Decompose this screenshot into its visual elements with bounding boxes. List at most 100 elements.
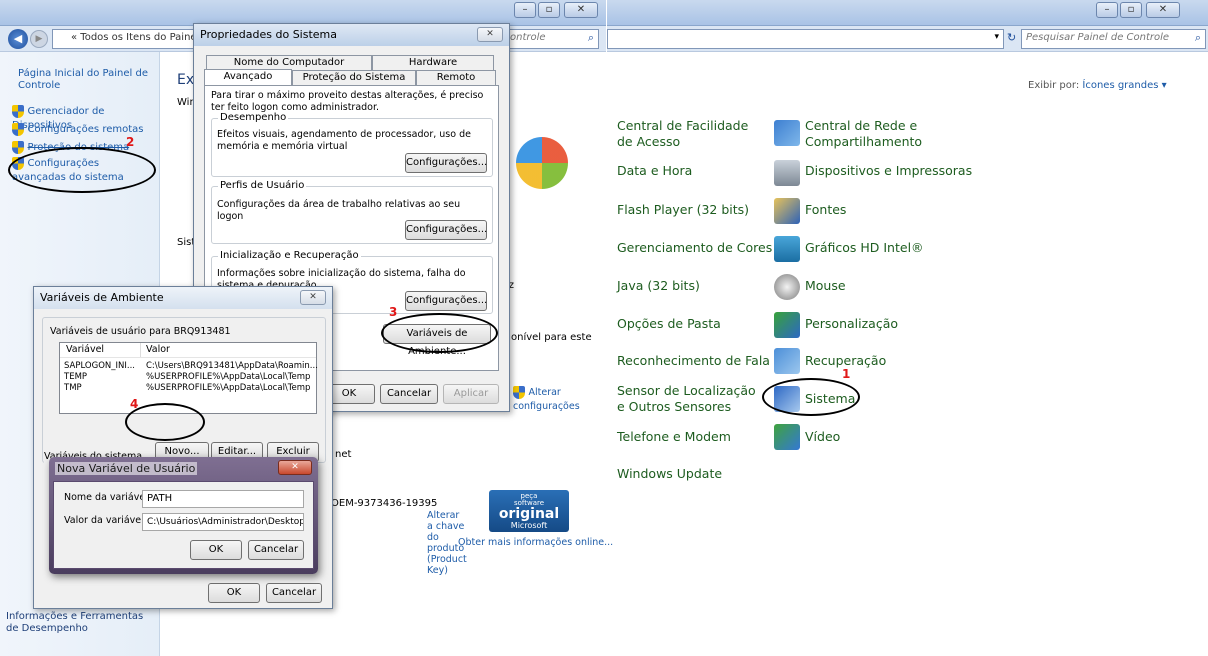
var-name-field[interactable]: PATH — [142, 490, 304, 508]
see-also-performance-link[interactable]: Informações e Ferramentas de Desempenho — [6, 611, 156, 635]
sidebar-home-link[interactable]: Página Inicial do Painel de Controle — [18, 68, 148, 92]
user-vars-table[interactable]: Variável Valor SAPLOGON_INI... C:\Users\… — [59, 342, 318, 414]
annotation-number-1: 1 — [842, 367, 851, 381]
right-address-bar[interactable]: ▾ — [607, 29, 1004, 49]
user-vars-group: Variáveis de usuário para BRQ913481 Vari… — [42, 317, 326, 463]
genuine-badge: peça software original Microsoft — [489, 490, 569, 532]
left-search-box[interactable]: ontrole ⌕ — [505, 29, 599, 49]
chevron-down-icon[interactable]: ▾ — [994, 32, 999, 42]
genuine-line3: original — [498, 506, 560, 522]
cp-item-phone-modem[interactable]: Telefone e Modem — [617, 429, 731, 444]
close-icon[interactable]: ✕ — [1146, 2, 1180, 18]
cp-item-mouse[interactable]: Mouse — [805, 278, 846, 293]
performance-settings-button[interactable]: Configurações... — [405, 153, 487, 173]
shield-icon — [12, 140, 24, 154]
performance-text: Efeitos visuais, agendamento de processa… — [217, 129, 471, 152]
table-row[interactable]: SAPLOGON_INI... C:\Users\BRQ913481\AppDa… — [60, 361, 318, 372]
new-user-variable-dialog: Nova Variável de Usuário ✕ Nome da variá… — [49, 457, 318, 574]
recovery-icon — [774, 348, 800, 374]
cp-item-date-time[interactable]: Data e Hora — [617, 163, 692, 178]
new-var-body: Nome da variável: PATH Valor da variável… — [53, 481, 314, 569]
mouse-icon — [774, 274, 800, 300]
col-divider — [140, 343, 141, 357]
cp-item-recovery[interactable]: Recuperação — [805, 353, 886, 368]
change-settings-link[interactable]: Alterar configurações — [513, 385, 593, 412]
cp-item-color-management[interactable]: Gerenciamento de Cores — [617, 240, 772, 255]
minimize-icon[interactable]: – — [1096, 2, 1118, 18]
intel-graphics-icon — [774, 236, 800, 262]
sidebar-item-remote[interactable]: Configurações remotas — [12, 122, 143, 136]
shield-icon — [12, 104, 24, 118]
col-header-variable[interactable]: Variável — [66, 343, 104, 357]
annotation-number-2: 2 — [126, 135, 135, 149]
close-icon[interactable]: ✕ — [477, 27, 503, 42]
tab-system-protection[interactable]: Proteção do Sistema — [292, 70, 416, 85]
close-icon[interactable]: ✕ — [564, 2, 598, 18]
cp-item-fonts[interactable]: Fontes — [805, 202, 846, 217]
annotation-ellipse-env-vars — [381, 313, 498, 353]
tab-computer-name[interactable]: Nome do Computador — [206, 55, 372, 70]
var-value-label: Valor da variável: — [64, 515, 147, 526]
minimize-icon[interactable]: – — [514, 2, 536, 18]
annotation-ellipse-advanced — [8, 147, 156, 193]
view-by-dropdown[interactable]: Ícones grandes ▾ — [1082, 80, 1166, 91]
table-row[interactable]: TEMP %USERPROFILE%\AppData\Local\Temp — [60, 372, 316, 383]
tab-remote[interactable]: Remoto — [416, 70, 496, 85]
table-row[interactable]: TMP %USERPROFILE%\AppData\Local\Temp — [60, 383, 316, 394]
row-value: C:\Users\BRQ913481\AppData\Roamin... — [146, 361, 318, 371]
cp-item-video[interactable]: Vídeo — [805, 429, 840, 444]
new-var-ok-button[interactable]: OK — [190, 540, 242, 560]
maximize-icon[interactable]: ▫ — [1120, 2, 1142, 18]
right-search-placeholder: Pesquisar Painel de Controle — [1026, 32, 1170, 43]
printer-icon — [774, 160, 800, 186]
refresh-icon[interactable]: ↻ — [1007, 31, 1016, 44]
apply-button[interactable]: Aplicar — [443, 384, 499, 404]
personalization-icon — [774, 312, 800, 338]
cp-item-devices-printers[interactable]: Dispositivos e Impressoras — [805, 163, 972, 178]
close-icon[interactable]: ✕ — [278, 460, 312, 475]
env-dialog-titlebar: Variáveis de Ambiente ✕ — [34, 287, 332, 309]
cp-item-java[interactable]: Java (32 bits) — [617, 278, 700, 293]
cp-item-folder-options[interactable]: Opções de Pasta — [617, 316, 721, 331]
env-ok-button[interactable]: OK — [208, 583, 260, 603]
performance-group: Desempenho Efeitos visuais, agendamento … — [211, 112, 493, 177]
cp-item-windows-update[interactable]: Windows Update — [617, 466, 722, 481]
row-value: %USERPROFILE%\AppData\Local\Temp — [146, 372, 311, 382]
back-button[interactable]: ◀ — [8, 29, 28, 49]
cp-item-flash-player[interactable]: Flash Player (32 bits) — [617, 202, 749, 217]
env-cancel-button[interactable]: Cancelar — [266, 583, 322, 603]
shield-icon — [513, 385, 525, 399]
tab-advanced[interactable]: Avançado — [204, 69, 292, 86]
cp-item-network-center[interactable]: Central de Rede e Compartilhamento — [805, 118, 955, 150]
cp-item-ease-of-access[interactable]: Central de Facilidade de Acesso — [617, 118, 757, 150]
right-window-titlebar: – ▫ ✕ — [607, 0, 1208, 26]
annotation-ellipse-system — [762, 378, 860, 416]
col-header-value[interactable]: Valor — [146, 343, 170, 357]
maximize-icon[interactable]: ▫ — [538, 2, 560, 18]
right-search-box[interactable]: Pesquisar Painel de Controle ⌕ — [1021, 29, 1206, 49]
address-text: « Todos os Itens do Painel — [71, 32, 200, 43]
cp-item-intel-graphics[interactable]: Gráficos HD Intel® — [805, 240, 924, 255]
new-var-titlebar: Nova Variável de Usuário ✕ — [53, 457, 314, 481]
new-var-title: Nova Variável de Usuário — [55, 462, 198, 475]
startup-settings-button[interactable]: Configurações... — [405, 291, 487, 311]
more-info-online-link[interactable]: Obter mais informações online... — [458, 537, 613, 548]
cp-item-speech[interactable]: Reconhecimento de Fala — [617, 353, 770, 368]
new-var-cancel-button[interactable]: Cancelar — [248, 540, 304, 560]
cp-item-personalization[interactable]: Personalização — [805, 316, 898, 331]
var-name-label: Nome da variável: — [64, 492, 152, 503]
cp-item-location-sensors[interactable]: Sensor de Localização e Outros Sensores — [617, 383, 762, 415]
var-value-field[interactable]: C:\Usuários\Administrador\Desktop\gradle… — [142, 513, 304, 531]
forward-button[interactable]: ▶ — [30, 30, 48, 48]
shield-icon — [12, 122, 24, 136]
row-variable: TEMP — [64, 372, 88, 382]
cancel-button[interactable]: Cancelar — [380, 384, 438, 404]
close-icon[interactable]: ✕ — [300, 290, 326, 305]
tab-hardware[interactable]: Hardware — [372, 55, 494, 70]
profiles-settings-button[interactable]: Configurações... — [405, 220, 487, 240]
annotation-number-3: 3 — [389, 305, 398, 319]
dialog-titlebar: Propriedades do Sistema ✕ — [194, 24, 509, 46]
address-bar[interactable]: « Todos os Itens do Painel — [52, 29, 200, 49]
startup-label: Inicialização e Recuperação — [218, 250, 361, 261]
dialog-title: Propriedades do Sistema — [200, 28, 337, 41]
